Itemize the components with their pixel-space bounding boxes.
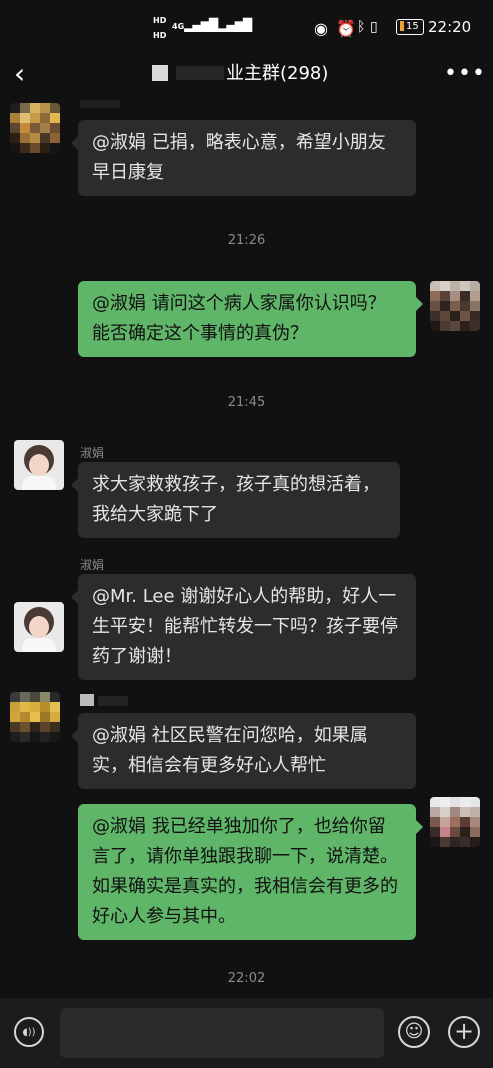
chevron-left-icon: ‹	[14, 57, 26, 90]
hd-badge-2: HD	[153, 31, 167, 40]
avatar[interactable]	[430, 281, 480, 331]
signal-group-1: 4G▂▄▆█	[172, 17, 218, 33]
avatar-face	[29, 616, 49, 638]
message-text: @淑娟 社区民警在问您哈，如果属实，相信会有更多好心人帮忙	[92, 725, 368, 776]
chat-header: ‹ 业主群(298) •••	[0, 56, 493, 96]
message-text: @Mr. Lee 谢谢好心人的帮助，好人一生平安！能帮忙转发一下吗？孩子要停药了…	[92, 586, 398, 667]
sender-redacted	[80, 694, 94, 706]
avatar[interactable]	[430, 797, 480, 847]
avatar[interactable]	[14, 602, 64, 652]
voice-icon: ◖))	[22, 1027, 36, 1038]
signal-icon: ▂▄▆█	[218, 18, 252, 32]
bluetooth-icon: ᛒ	[357, 19, 366, 35]
back-button[interactable]: ‹	[14, 56, 42, 96]
message-input[interactable]	[60, 1008, 384, 1058]
network-type-2: 4G	[206, 22, 219, 31]
battery-icon: 15	[396, 19, 424, 35]
sender-redacted	[98, 696, 128, 706]
status-bar: HD HD 4G▂▄▆█ 4G▂▄▆█ ◉ ⏰ ᛒ ▯ 15 22:20	[0, 0, 493, 56]
avatar-body	[22, 638, 56, 652]
sender-redacted	[80, 100, 120, 108]
sender-name: 淑娟	[80, 558, 105, 572]
message-text: @淑娟 我已经单独加你了，也给你留言了，请你单独跟我聊一下，说清楚。如果确实是真…	[92, 816, 398, 927]
more-button[interactable]: •••	[444, 56, 485, 96]
emoji-button[interactable]: ☺	[398, 1016, 430, 1048]
avatar-face	[29, 454, 49, 476]
hd-badge-1: HD	[153, 16, 167, 25]
signal-group-2: 4G▂▄▆█	[206, 17, 252, 33]
clock: 22:20	[428, 18, 472, 36]
network-type-1: 4G	[172, 22, 185, 31]
message-bubble[interactable]: @淑娟 我已经单独加你了，也给你留言了，请你单独跟我聊一下，说清楚。如果确实是真…	[78, 804, 423, 940]
timestamp: 21:45	[227, 395, 266, 410]
message-text: @淑娟 已捐，略表心意，希望小朋友早日康复	[92, 132, 386, 183]
plus-icon: +	[453, 1017, 475, 1045]
emoji-icon: ☺	[404, 1021, 424, 1042]
message-bubble[interactable]: @淑娟 已捐，略表心意，希望小朋友早日康复	[71, 120, 416, 196]
battery-level-text: 15	[406, 21, 419, 32]
message-text: @淑娟 请问这个病人家属你认识吗？能否确定这个事情的真伪？	[92, 293, 386, 344]
message-bubble[interactable]: 求大家救救孩子，孩子真的想活着，我给大家跪下了	[71, 462, 400, 538]
timestamp: 21:26	[227, 233, 266, 248]
avatar-body	[22, 476, 56, 490]
timestamp: 22:02	[227, 971, 266, 986]
avatar[interactable]	[10, 103, 60, 153]
vibrate-icon: ▯	[370, 19, 378, 35]
avatar[interactable]	[10, 692, 60, 742]
sender-name: 淑娟	[80, 446, 105, 460]
title-redaction-block	[152, 65, 168, 81]
more-dots-icon: •••	[444, 61, 486, 86]
avatar[interactable]	[14, 440, 64, 490]
group-title-text: 业主群(298)	[226, 63, 329, 84]
title-redaction-block	[176, 66, 224, 80]
alarm-icon: ⏰	[336, 19, 356, 38]
message-text: 求大家救救孩子，孩子真的想活着，我给大家跪下了	[92, 474, 380, 525]
battery-level	[400, 21, 404, 31]
voice-button[interactable]: ◖))	[14, 1017, 44, 1047]
eye-icon: ◉	[314, 19, 328, 38]
message-bubble[interactable]: @淑娟 社区民警在问您哈，如果属实，相信会有更多好心人帮忙	[71, 713, 416, 789]
more-actions-button[interactable]: +	[448, 1016, 480, 1048]
message-bubble[interactable]: @淑娟 请问这个病人家属你认识吗？能否确定这个事情的真伪？	[78, 281, 423, 357]
message-bubble[interactable]: @Mr. Lee 谢谢好心人的帮助，好人一生平安！能帮忙转发一下吗？孩子要停药了…	[71, 574, 416, 680]
